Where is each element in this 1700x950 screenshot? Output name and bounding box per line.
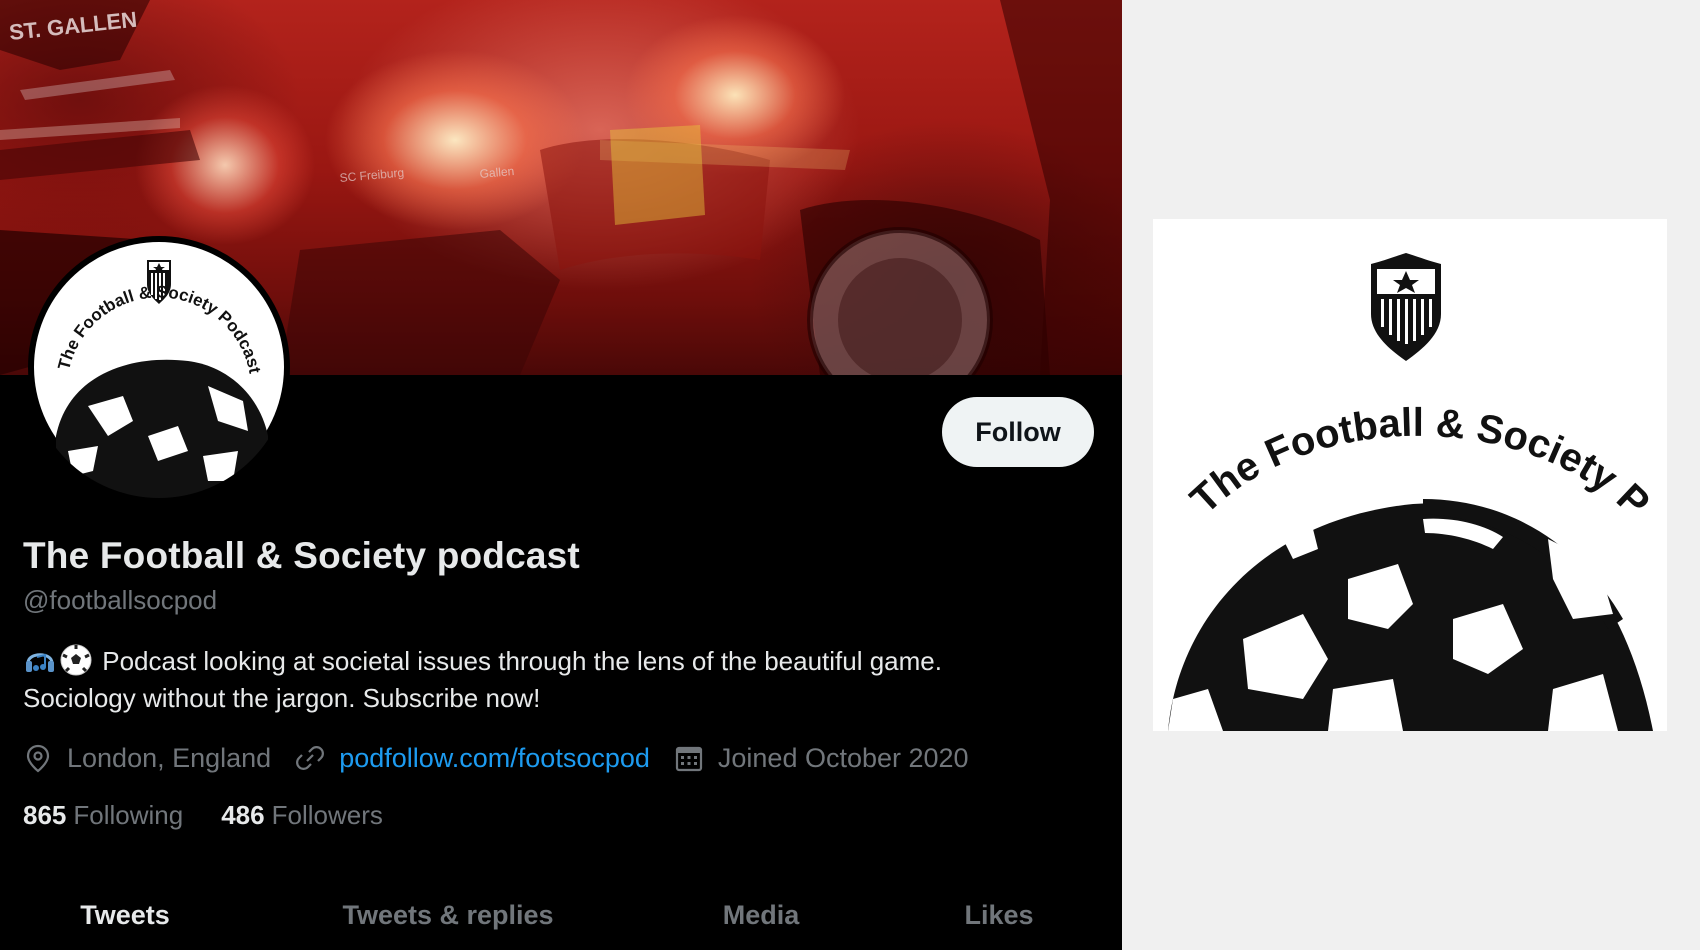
calendar-icon	[674, 743, 704, 773]
profile-bio: Podcast looking at societal issues throu…	[23, 643, 1083, 717]
following-count: 865	[23, 800, 67, 830]
website-link[interactable]: podfollow.com/footsocpod	[339, 743, 650, 774]
headphones-music-icon	[23, 643, 57, 677]
banner-text-gallen: Gallen	[479, 164, 515, 181]
profile-counts: 865 Following 486 Followers	[23, 800, 421, 831]
joined-text: Joined October 2020	[717, 742, 969, 773]
profile-website[interactable]: podfollow.com/footsocpod	[295, 743, 650, 774]
banner-text-freiburg: SC Freiburg	[339, 165, 405, 185]
followers-link[interactable]: 486 Followers	[221, 800, 383, 831]
bio-line-1: Podcast looking at societal issues throu…	[102, 646, 942, 676]
following-label: Following	[73, 800, 184, 830]
tab-media[interactable]: Media	[646, 880, 876, 950]
logo-card-image: The Football & Society Podcast	[1153, 219, 1658, 731]
bio-line-2: Sociology without the jargon. Subscribe …	[23, 683, 541, 713]
link-icon	[295, 743, 325, 773]
location-pin-icon	[23, 743, 53, 773]
tab-tweets-replies[interactable]: Tweets & replies	[250, 880, 646, 950]
followers-label: Followers	[271, 800, 383, 830]
profile-joined: Joined October 2020	[674, 743, 969, 774]
followers-count: 486	[221, 800, 265, 830]
profile-tabs: Tweets Tweets & replies Media Likes	[0, 880, 1122, 950]
profile-meta: London, England podfollow.com/footsocpod	[23, 740, 993, 776]
follow-button[interactable]: Follow	[942, 397, 1094, 467]
soccer-ball-icon	[59, 643, 93, 677]
profile-avatar[interactable]: The Football & Society Podcast	[28, 236, 290, 498]
avatar-logo-image: The Football & Society Podcast	[34, 242, 284, 498]
location-text: London, England	[67, 742, 272, 773]
profile-location: London, England	[23, 743, 271, 774]
globe-ball-icon	[1168, 499, 1653, 731]
tab-likes[interactable]: Likes	[876, 880, 1122, 950]
profile-panel: ST. GALLEN SC Freiburg Gallen The Footba…	[0, 0, 1122, 950]
shield-icon	[1371, 253, 1441, 361]
profile-display-name: The Football & Society podcast	[23, 535, 580, 576]
following-link[interactable]: 865 Following	[23, 800, 183, 831]
logo-card: The Football & Society Podcast	[1153, 219, 1667, 731]
profile-handle: @footballsocpod	[23, 585, 218, 615]
tab-tweets[interactable]: Tweets	[0, 880, 250, 950]
